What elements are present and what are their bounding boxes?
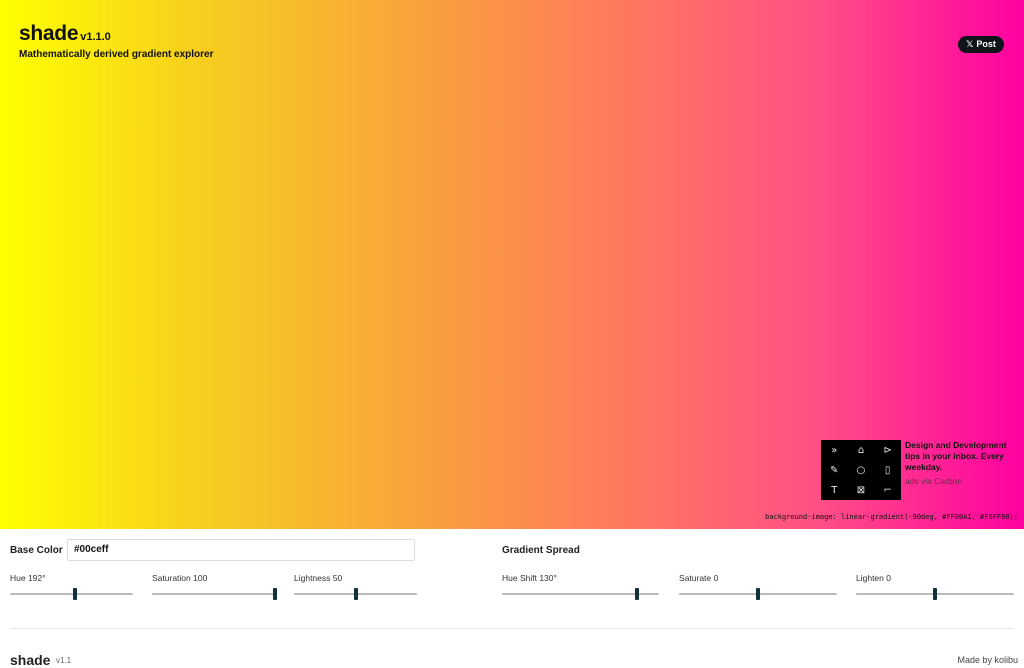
controls-panel: Base Color #00ceff Gradient Spread Hue 1… [0, 529, 1024, 629]
pen-icon: ✎ [830, 464, 839, 476]
lighten-slider-label: Lighten 0 [856, 573, 891, 583]
ad-via-link[interactable]: ads via Carbon [905, 476, 1022, 486]
base-color-input[interactable]: #00ceff [67, 539, 415, 561]
file-cursor-icon: ▯ [884, 464, 891, 476]
base-color-label: Base Color [10, 545, 63, 556]
app-tagline: Mathematically derived gradient explorer [19, 49, 214, 60]
home-icon: ⌂ [857, 444, 865, 456]
lightness-slider[interactable]: Lightness 50 [294, 573, 417, 600]
brand: shade v1.1.0 Mathematically derived gradi… [19, 22, 214, 60]
footer-credit-link[interactable]: Made by kolibu [957, 655, 1018, 665]
footer-brand: shade [10, 652, 51, 668]
lighten-slider-track[interactable] [856, 588, 1014, 600]
post-button[interactable]: 𝕏 Post [958, 36, 1004, 53]
gradient-preview: shade v1.1.0 Mathematically derived gradi… [0, 0, 1024, 529]
image-placeholder-icon: ⊠ [856, 484, 866, 496]
lightness-slider-thumb[interactable] [353, 588, 358, 600]
x-logo-icon: 𝕏 [966, 40, 974, 50]
hue-slider[interactable]: Hue 192° [10, 573, 133, 600]
saturation-slider-label: Saturation 100 [152, 573, 208, 583]
saturate-slider[interactable]: Saturate 0 [679, 573, 837, 600]
cursor-plus-icon: ⊳ [883, 444, 892, 456]
hue-slider-label: Hue 192° [10, 573, 46, 583]
saturation-slider-track[interactable] [152, 588, 277, 600]
saturation-slider[interactable]: Saturation 100 [152, 573, 277, 600]
ad-text: Design and Development tips in your inbo… [905, 440, 1022, 486]
saturate-slider-track[interactable] [679, 588, 837, 600]
lasso-icon: ○ [856, 464, 866, 476]
gradient-css-output[interactable]: background-image: linear-gradient(-90deg… [765, 513, 1018, 521]
corner-icon: ⌐ [883, 484, 892, 496]
gradient-spread-label: Gradient Spread [502, 545, 580, 556]
lightness-slider-label: Lightness 50 [294, 573, 343, 583]
lightness-slider-track[interactable] [294, 588, 417, 600]
hue-slider-track[interactable] [10, 588, 133, 600]
lighten-slider-thumb[interactable] [933, 588, 937, 600]
hue-shift-slider-thumb[interactable] [635, 588, 640, 600]
saturate-slider-thumb[interactable] [756, 588, 760, 600]
app-version: v1.1.0 [80, 31, 111, 43]
hue-shift-slider[interactable]: Hue Shift 130° [502, 573, 659, 600]
saturation-slider-thumb[interactable] [273, 588, 277, 600]
lighten-slider[interactable]: Lighten 0 [856, 573, 1014, 600]
ad-image[interactable]: » ⌂ ⊳ ✎ ○ ▯ T ⊠ ⌐ [821, 440, 901, 500]
saturate-slider-label: Saturate 0 [679, 573, 719, 583]
hue-shift-slider-track[interactable] [502, 588, 659, 600]
footer-divider [10, 628, 1014, 629]
hue-slider-thumb[interactable] [73, 588, 78, 600]
hue-shift-slider-label: Hue Shift 130° [502, 573, 557, 583]
text-icon: T [831, 484, 838, 496]
app-name: shade [19, 22, 79, 45]
post-button-label: Post [976, 39, 996, 49]
ad-copy-link[interactable]: Design and Development tips in your inbo… [905, 440, 1022, 473]
chevrons-right-icon: » [831, 444, 838, 456]
